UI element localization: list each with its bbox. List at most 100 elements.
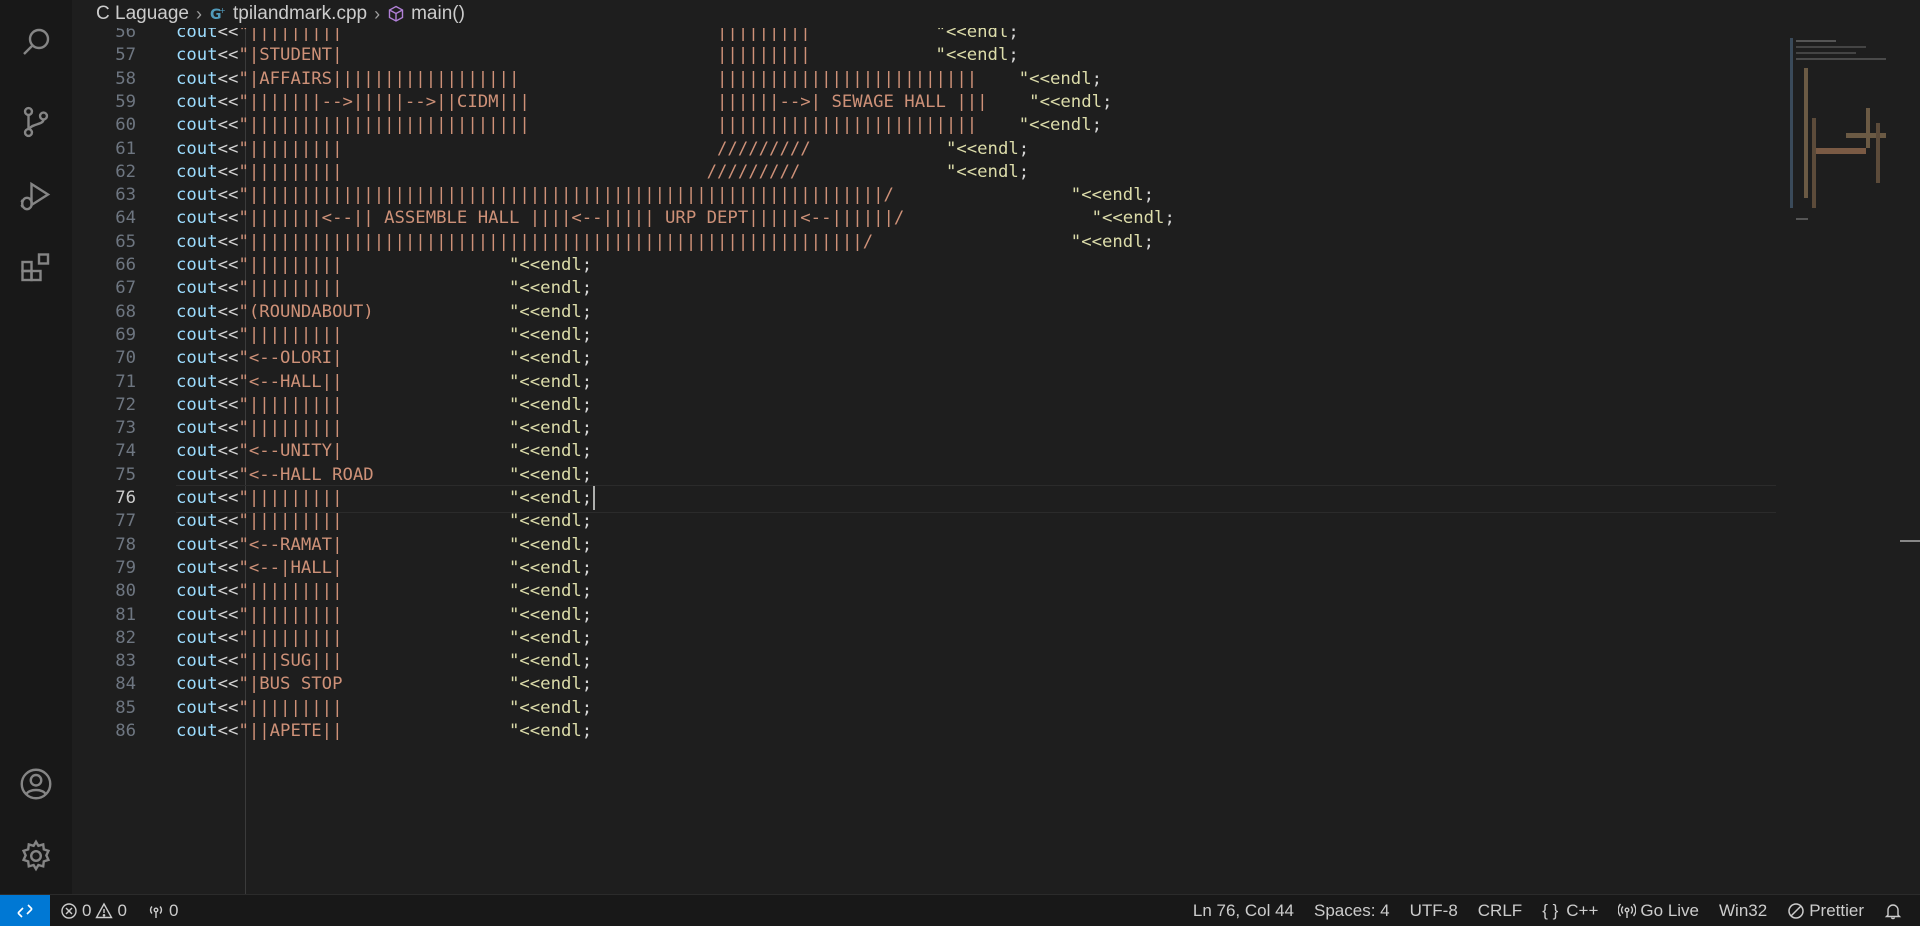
endl-token: <<endl (1081, 231, 1144, 252)
encoding[interactable]: UTF-8 (1400, 901, 1468, 921)
string-quote: " (508, 324, 520, 345)
string-quote: " (238, 231, 249, 252)
string-quote: " (508, 627, 520, 648)
string-quote: " (508, 464, 520, 485)
code-line[interactable]: cout<<"||APETE|| "<<endl; (176, 717, 592, 746)
semicolon-token: ; (581, 674, 593, 695)
go-live-button[interactable]: Go Live (1608, 901, 1709, 921)
semicolon-token: ; (581, 278, 593, 299)
go-live-label: Go Live (1640, 900, 1700, 920)
string-quote: " (238, 721, 249, 741)
braces-icon: { } (1542, 900, 1559, 920)
extensions-button[interactable] (0, 238, 72, 298)
string-content: ||||||||| (248, 394, 509, 415)
breadcrumb-folder[interactable]: C Laguage (96, 3, 189, 25)
string-quote: " (1091, 208, 1102, 229)
problems-indicator[interactable]: 0 0 (50, 901, 137, 921)
search-button[interactable] (0, 12, 72, 72)
keyword-token: cout (176, 394, 218, 415)
keyword-token: cout (176, 324, 218, 345)
string-quote: " (508, 534, 520, 555)
keyword-token: cout (176, 674, 218, 695)
broadcast-icon (149, 905, 163, 918)
operator-token: << (217, 115, 239, 136)
string-content: |||||||-->|||||-->||CIDM||| ||||||-->| S… (248, 91, 1030, 112)
string-quote: " (1070, 185, 1082, 206)
end-of-line[interactable]: CRLF (1468, 901, 1532, 921)
account-icon (20, 768, 52, 800)
keyword-token: cout (176, 697, 218, 718)
account-button[interactable] (0, 754, 72, 814)
keyword-token: cout (176, 371, 218, 392)
string-quote: " (508, 557, 520, 578)
remote-button[interactable] (0, 895, 50, 926)
endl-token: <<endl (519, 697, 582, 718)
status-bar: 0 0 0 Ln 76, Col 44 Spaces: 4 UTF-8 CRLF… (0, 894, 1920, 926)
string-content: ||||||||| (248, 697, 509, 718)
minimap[interactable] (1776, 28, 1920, 894)
string-quote: " (238, 557, 249, 578)
string-quote: " (238, 161, 249, 182)
semicolon-token: ; (581, 511, 593, 532)
semicolon-token: ; (581, 651, 593, 672)
semicolon-token: ; (581, 627, 593, 648)
string-quote: " (508, 697, 520, 718)
endl-token: <<endl (519, 581, 582, 602)
endl-token: <<endl (519, 324, 582, 345)
operator-token: << (217, 348, 239, 369)
remote-icon (17, 903, 33, 918)
string-quote: " (238, 534, 249, 555)
string-content: (ROUNDABOUT) (248, 301, 509, 322)
manage-button[interactable] (0, 826, 72, 886)
run-debug-button[interactable] (0, 166, 72, 226)
prettier-button[interactable]: Prettier (1777, 901, 1874, 921)
string-content: ||||||||| (248, 324, 509, 345)
operator-token: << (217, 418, 239, 439)
semicolon-token: ; (1143, 231, 1155, 252)
semicolon-token: ; (581, 557, 593, 578)
endl-token: <<endl (519, 278, 582, 299)
platform[interactable]: Win32 (1709, 901, 1777, 921)
string-quote: " (945, 138, 957, 159)
ports-indicator[interactable]: 0 (137, 901, 188, 921)
string-quote: " (935, 28, 946, 42)
scrollbar-thumb[interactable] (1900, 540, 1920, 542)
language-mode[interactable]: { } C++ (1532, 901, 1608, 921)
string-quote: " (508, 255, 520, 275)
string-content: ||||||||| (248, 255, 509, 275)
keyword-token: cout (176, 651, 218, 672)
semicolon-token: ; (581, 301, 593, 322)
semicolon-token: ; (1102, 91, 1113, 112)
string-content: |||SUG||| (248, 651, 509, 672)
operator-token: << (217, 161, 239, 182)
endl-token: <<endl (1039, 91, 1103, 112)
breadcrumb-symbol[interactable]: main() (411, 3, 465, 25)
code-editor[interactable]: 56 57 58 59 60 61 62 63 64 65 66 67 68 69 70 71 72 73 74 75… (72, 28, 1776, 894)
endl-token: <<endl (1102, 208, 1165, 229)
indentation[interactable]: Spaces: 4 (1304, 901, 1400, 921)
keyword-token: cout (176, 28, 218, 42)
keyword-token: cout (176, 115, 218, 136)
operator-token: << (217, 91, 239, 112)
notifications-button[interactable] (1874, 902, 1920, 920)
bell-icon (1884, 903, 1902, 919)
string-content: |STUDENT| ||||||||| (248, 45, 936, 66)
cursor-position[interactable]: Ln 76, Col 44 (1183, 901, 1304, 921)
breadcrumb-file[interactable]: tpilandmark.cpp (233, 3, 367, 25)
cpp-file-icon: G + (209, 5, 227, 23)
operator-token: << (217, 324, 239, 345)
source-control-button[interactable] (0, 92, 72, 152)
code-area[interactable]: cout<<"||||||||| ||||||||| "<<endl; cout<… (176, 28, 1776, 894)
string-content: ||||||||| ||||||||| (248, 28, 936, 42)
string-quote: " (238, 301, 249, 322)
semicolon-token: ; (1164, 208, 1175, 229)
string-content: |BUS STOP (248, 674, 509, 695)
endl-token: <<endl (519, 371, 582, 392)
keyword-token: cout (176, 185, 218, 206)
operator-token: << (217, 464, 239, 485)
string-quote: " (238, 324, 249, 345)
endl-token: <<endl (519, 604, 582, 625)
string-quote: " (508, 348, 520, 369)
endl-token: <<endl (519, 348, 582, 369)
keyword-token: cout (176, 418, 218, 439)
